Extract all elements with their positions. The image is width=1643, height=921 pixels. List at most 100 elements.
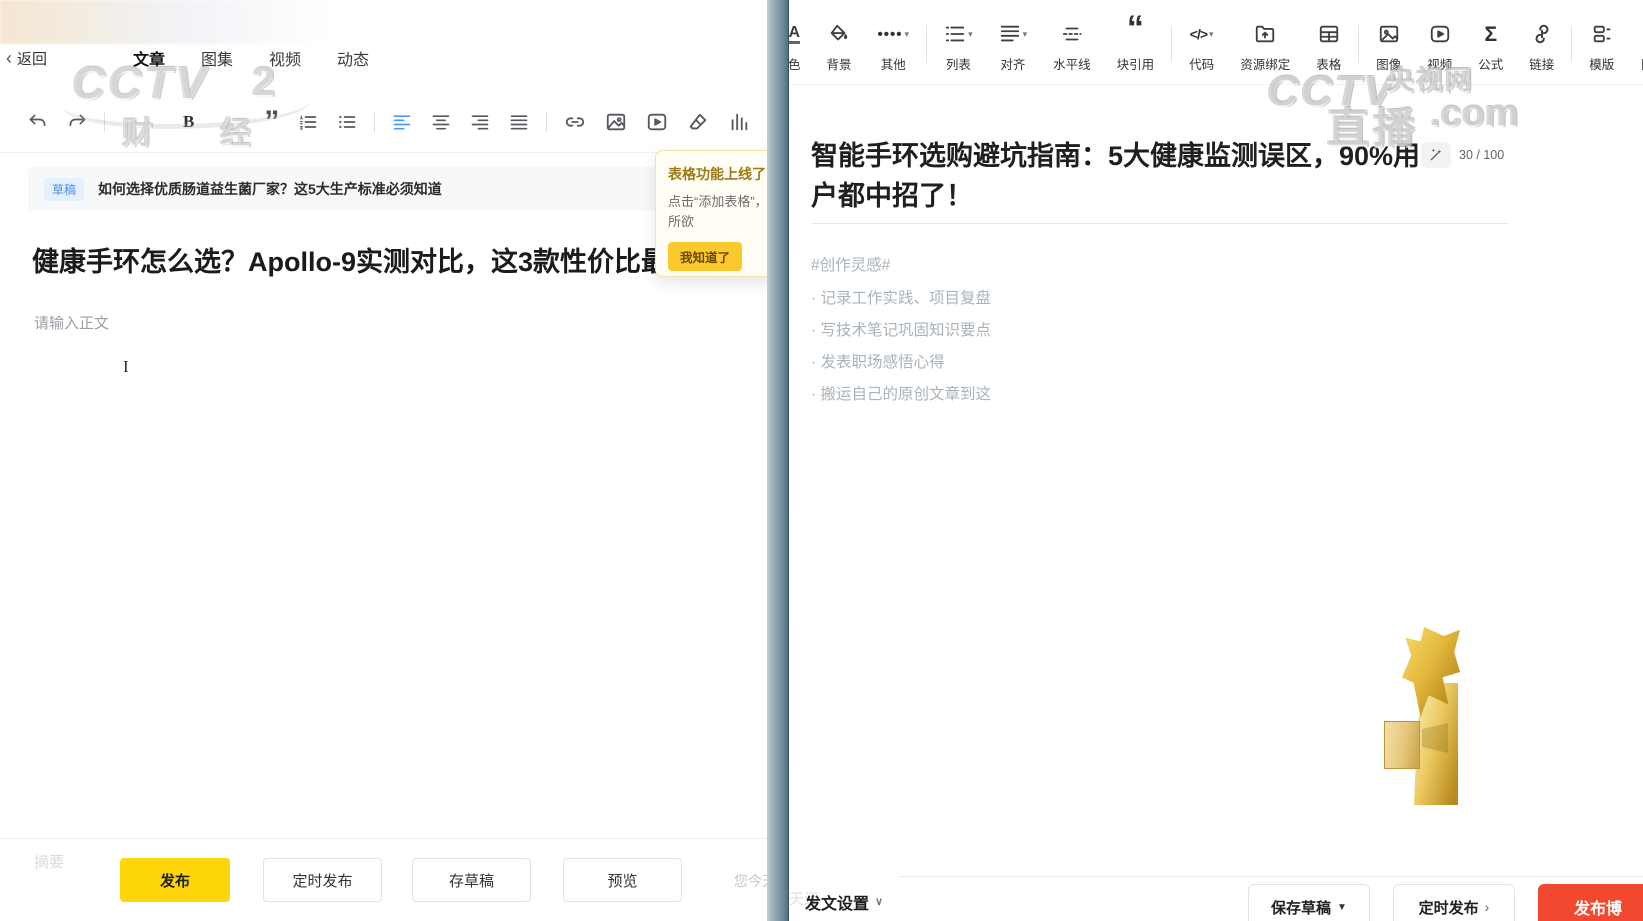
split-divider[interactable]	[767, 0, 789, 921]
ai-wand-button[interactable]	[1421, 142, 1451, 168]
caret-down-icon: ▼	[1337, 902, 1347, 913]
cctv-logo-text: CCTV	[1267, 67, 1395, 117]
publish-blog-button[interactable]: 发布博	[1538, 884, 1643, 921]
eraser-button[interactable]	[685, 109, 711, 135]
toolbar-separator-line	[0, 152, 768, 153]
toolbar-divider	[546, 112, 547, 132]
ordered-list-button[interactable]	[296, 110, 320, 134]
font-color-icon: A	[788, 24, 800, 45]
article-title-input[interactable]: 智能手环选购避坑指南：5大健康监测误区，90%用户都中招了！	[811, 136, 1423, 216]
align-icon: ▾	[999, 22, 1028, 46]
inspiration-bullet: 搬运自己的原创文章到这	[811, 379, 991, 411]
left-header: ‹ 返回 文章 图集 视频 动态	[0, 40, 770, 76]
content-type-tabs: 文章 图集 视频 动态	[133, 46, 369, 70]
chevron-down-icon: ▾	[1023, 30, 1028, 39]
rt-align[interactable]: ▾ 对齐	[986, 22, 1041, 73]
back-label: 返回	[17, 48, 47, 69]
tab-dynamic[interactable]: 动态	[337, 46, 369, 70]
back-button[interactable]: ‹ 返回	[6, 48, 47, 69]
title-char-count: 30 / 100	[1459, 148, 1504, 162]
rt-code[interactable]: </>▾ 代码	[1176, 22, 1227, 73]
rt-formula[interactable]: Σ 公式	[1465, 22, 1516, 73]
rt-link[interactable]: 链接	[1516, 22, 1567, 73]
body-placeholder[interactable]: 请输入正文	[34, 312, 109, 333]
text-cursor: I	[123, 357, 129, 377]
gold-trophy-graphic	[1384, 627, 1462, 805]
insert-image-button[interactable]	[603, 109, 629, 135]
folder-upload-icon	[1254, 22, 1276, 46]
rt-resource-bind[interactable]: 资源绑定	[1227, 22, 1303, 73]
split-screen-editors: ‹ 返回 文章 图集 视频 动态 B ”	[0, 0, 1643, 921]
toolbar-divider	[1358, 26, 1359, 62]
tab-video[interactable]: 视频	[269, 46, 301, 70]
more-dots-icon: ••••	[878, 26, 903, 43]
video-icon	[1429, 22, 1451, 46]
rt-horizontal-rule[interactable]: 水平线	[1040, 22, 1104, 73]
bullet-list-button[interactable]	[335, 110, 359, 134]
blockquote-button[interactable]: ”	[262, 113, 281, 131]
link-icon	[1531, 22, 1553, 46]
rt-toc[interactable]: 目录	[1627, 22, 1643, 73]
rt-video[interactable]: 视频	[1414, 22, 1465, 73]
left-format-toolbar: B ”	[26, 100, 766, 144]
insert-link-button[interactable]	[562, 109, 588, 135]
chevron-left-icon: ‹	[6, 49, 12, 67]
save-draft-dropdown-button[interactable]: 保存草稿 ▼	[1248, 884, 1370, 921]
rt-blockquote[interactable]: “ 块引用	[1104, 22, 1168, 73]
toolbar-separator-line	[789, 84, 1643, 85]
code-icon: </>	[1190, 26, 1207, 42]
schedule-publish-button[interactable]: 定时发布	[263, 858, 382, 902]
inspiration-placeholder[interactable]: #创作灵感# 记录工作实践、项目复盘 写技术笔记巩固知识要点 发表职场感悟心得 …	[811, 250, 991, 411]
align-right-button[interactable]	[468, 110, 492, 134]
quote-icon: ”	[264, 117, 279, 127]
tab-gallery[interactable]: 图集	[201, 46, 233, 70]
publish-settings-toggle[interactable]: 发文设置 ∨	[805, 890, 883, 914]
schedule-publish-button[interactable]: 定时发布 ›	[1393, 884, 1515, 921]
draft-title-text: 如何选择优质肠道益生菌厂家？这5大生产标准必须知道	[98, 179, 442, 199]
horizontal-line-icon	[1061, 22, 1083, 46]
publish-button[interactable]: 发布	[120, 858, 230, 902]
insert-video-button[interactable]	[644, 109, 670, 135]
chevron-right-icon: ›	[1485, 899, 1490, 915]
paint-bucket-icon	[828, 22, 850, 46]
chevron-down-icon: ∨	[875, 897, 883, 908]
draft-notice-bar[interactable]: 草稿 如何选择优质肠道益生菌厂家？这5大生产标准必须知道	[28, 167, 738, 211]
image-icon	[1378, 22, 1400, 46]
tab-article[interactable]: 文章	[133, 46, 165, 70]
chevron-down-icon: ▾	[1209, 30, 1214, 39]
list-icon: ▾	[944, 22, 973, 46]
tooltip-confirm-button[interactable]: 我知道了	[668, 242, 742, 271]
rt-template[interactable]: 模版	[1576, 22, 1627, 73]
title-body-divider	[811, 223, 1509, 224]
chevron-down-icon: ▾	[968, 30, 973, 39]
blockquote-icon: “	[1127, 24, 1144, 44]
article-title-input[interactable]: 健康手环怎么选？Apollo-9实测对比，这3款性价比最高！	[32, 240, 732, 279]
sigma-icon: Σ	[1484, 24, 1497, 45]
inspiration-bullet: 记录工作实践、项目复盘	[811, 283, 991, 315]
rt-more[interactable]: ••••▾ 其他	[865, 22, 923, 73]
save-draft-button[interactable]: 存草稿	[412, 858, 531, 902]
rt-table[interactable]: 表格	[1303, 22, 1354, 73]
dot-com-text: .com	[1430, 93, 1519, 136]
align-left-button[interactable]	[390, 110, 414, 134]
preview-button[interactable]: 预览	[563, 858, 682, 902]
right-editor-panel: A 色 背景 ••••▾ 其他 ▾ 列表	[789, 0, 1643, 921]
inspiration-bullet: 发表职场感悟心得	[811, 347, 991, 379]
left-footer-bar: 摘要 发布 定时发布 存草稿 预览 您今天还	[0, 838, 770, 921]
inspiration-tag: #创作灵感#	[811, 250, 991, 282]
rt-image[interactable]: 图像	[1363, 22, 1414, 73]
rt-background[interactable]: 背景	[814, 22, 865, 73]
toolbar-divider	[374, 112, 375, 132]
bold-button[interactable]: B	[181, 110, 196, 134]
toolbar-divider	[926, 26, 927, 62]
toolbar-divider	[1171, 26, 1172, 62]
title-counter-wrap: 30 / 100	[1421, 142, 1504, 168]
align-center-button[interactable]	[429, 110, 453, 134]
rt-list[interactable]: ▾ 列表	[931, 22, 986, 73]
redo-button[interactable]	[65, 110, 89, 134]
insert-chart-button[interactable]	[726, 109, 752, 135]
corner-glow-decoration	[0, 0, 330, 44]
justify-button[interactable]	[507, 110, 531, 134]
undo-button[interactable]	[26, 110, 50, 134]
draft-badge: 草稿	[44, 178, 84, 201]
